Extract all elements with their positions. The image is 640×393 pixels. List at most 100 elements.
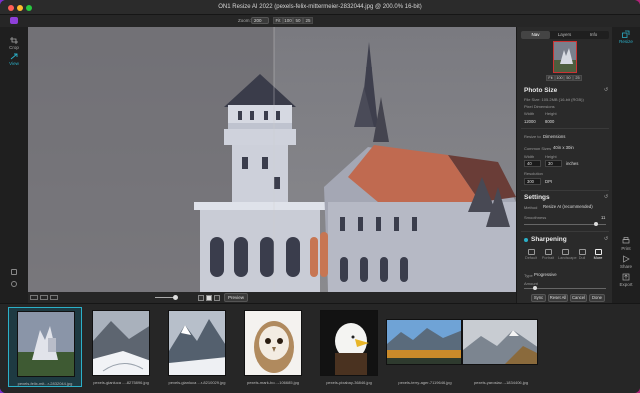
film-item[interactable]: pexels-yaroslav...-1834406.jpg	[462, 307, 538, 387]
film-item[interactable]: pexels-terry-ager-7119646.jpg	[386, 307, 462, 387]
zoom-select[interactable]: 200	[251, 17, 269, 24]
help-icon[interactable]	[11, 281, 17, 287]
mask-view-icon[interactable]	[198, 295, 204, 301]
preview-zoom-knob[interactable]	[173, 295, 178, 300]
preview-button[interactable]: Preview	[224, 293, 248, 302]
type-label: Type	[524, 273, 533, 278]
unit-select[interactable]: inches	[566, 160, 578, 167]
thumbnail	[168, 310, 226, 376]
film-caption: pexels-felix-mit...r-2832044.jpg	[17, 381, 73, 386]
preview-zoom-slider[interactable]	[155, 297, 175, 298]
sharpen-landscape-preset[interactable]: Landscape	[558, 249, 577, 260]
panel-tabs: Nav Layers Info	[521, 31, 609, 39]
split-view-icon[interactable]	[40, 295, 48, 300]
zoom-tool-icon[interactable]	[11, 269, 17, 275]
photo-size-title: Photo Size	[524, 87, 558, 94]
film-item[interactable]: pexels-gianluca ...-8275896.jpg	[84, 307, 158, 387]
sharpening-toggle[interactable]	[524, 238, 528, 242]
zoom-fit-button[interactable]: Fit	[273, 17, 283, 24]
compare-view-icon[interactable]	[50, 295, 58, 300]
done-button[interactable]: Done	[589, 294, 605, 302]
zoom-label: Zoom:	[238, 18, 251, 23]
smoothness-knob[interactable]	[594, 222, 598, 226]
top-toolbar: Zoom: 200 Fit 100 50 25	[0, 15, 640, 27]
smoothness-label: Smoothness	[524, 215, 547, 220]
pixel-dimensions-label: Pixel Dimensions	[524, 104, 555, 109]
nav-25-button[interactable]: 25	[573, 75, 582, 81]
width-input[interactable]: 40	[524, 160, 541, 167]
export-module[interactable]: Export	[614, 273, 638, 287]
film-item[interactable]: pexels-mark-bo...-106685.jpg	[236, 307, 310, 387]
crop-tool[interactable]: Crop	[4, 37, 24, 50]
tab-layers[interactable]: Layers	[550, 31, 579, 39]
navigator-thumbnail[interactable]	[553, 41, 577, 73]
thumbnail	[17, 311, 75, 377]
pixel-height-value: 8000	[545, 119, 555, 124]
canvas-footer: Preview	[28, 292, 516, 303]
crop-tool-label: Crop	[9, 45, 19, 50]
cancel-button[interactable]: Cancel	[570, 294, 587, 302]
thumbnail-image	[18, 312, 74, 376]
film-item[interactable]: pexels-felix-mit...r-2832044.jpg	[8, 307, 82, 387]
resize-module[interactable]: Resize	[614, 30, 638, 44]
original-view-icon[interactable]	[206, 295, 212, 301]
sharpen-dull-preset[interactable]: Dull	[575, 249, 589, 260]
height-input[interactable]: 30	[545, 160, 562, 167]
more-icon	[594, 249, 602, 255]
settings-reset-icon[interactable]: ↺	[604, 194, 608, 200]
print-module[interactable]: Print	[614, 237, 638, 251]
preset-label: More	[593, 256, 603, 260]
nav-50-button[interactable]: 50	[564, 75, 573, 81]
thumbnail	[320, 310, 378, 376]
nav-fit-button[interactable]: Fit	[546, 75, 555, 81]
reset-all-button[interactable]: Reset All	[548, 294, 568, 302]
sharpening-reset-icon[interactable]: ↺	[604, 236, 608, 242]
image-canvas[interactable]	[28, 27, 516, 292]
zoom-50-button[interactable]: 50	[293, 17, 303, 24]
preset-label: Landscape	[558, 256, 577, 260]
divider	[521, 128, 609, 129]
zoom-25-button[interactable]: 25	[303, 17, 313, 24]
sharpen-more-preset[interactable]: More	[591, 249, 605, 260]
tab-nav[interactable]: Nav	[521, 31, 550, 39]
single-view-icon[interactable]	[30, 295, 38, 300]
sync-button[interactable]: Sync	[531, 294, 546, 302]
export-label: Export	[619, 282, 633, 287]
sharpen-default-preset[interactable]: Default	[524, 249, 538, 260]
preset-label: Default	[524, 256, 538, 260]
zoom-100-button[interactable]: 100	[283, 17, 293, 24]
view-tool[interactable]: View	[4, 53, 24, 66]
title-bar: ON1 Resize AI 2022 (pexels-felix-mitterm…	[0, 0, 640, 15]
resolution-label: Resolution	[524, 171, 543, 176]
resolution-input[interactable]: 300	[524, 178, 541, 185]
thumbnail-image	[245, 311, 301, 375]
grid-view-icon[interactable]	[214, 295, 220, 301]
castle-photo	[28, 27, 516, 292]
preset-label: Portrait	[541, 256, 555, 260]
amount-knob[interactable]	[533, 286, 537, 290]
tab-info[interactable]: Info	[579, 31, 608, 39]
left-tool-bar: Crop View	[0, 17, 28, 303]
share-icon	[623, 255, 630, 263]
sharpen-portrait-preset[interactable]: Portrait	[541, 249, 555, 260]
resize-to-select[interactable]: Dimensions	[543, 133, 565, 140]
photo-size-reset-icon[interactable]: ↺	[604, 87, 608, 93]
method-select[interactable]: Resize AI (recommended)	[543, 203, 593, 210]
common-sizes-label: Common Sizes	[524, 146, 552, 151]
dull-icon	[578, 249, 586, 255]
resolution-unit-select[interactable]: DPI	[545, 178, 552, 185]
smoothness-value: 11	[601, 215, 606, 220]
film-item[interactable]: pexels-gianluca ...r-8210029.jpg	[160, 307, 234, 387]
film-caption: pexels-gianluca ...-8275896.jpg	[93, 380, 149, 385]
share-module[interactable]: Share	[614, 255, 638, 269]
common-sizes-select[interactable]: 40in x 30in	[553, 144, 574, 151]
film-item[interactable]: pexels-pixabay-36846.jpg	[312, 307, 386, 387]
view-icon	[10, 53, 18, 60]
nav-100-button[interactable]: 100	[555, 75, 564, 81]
thumbnail-image	[463, 320, 537, 364]
settings-title: Settings	[524, 194, 550, 201]
print-label: Print	[621, 246, 631, 251]
module-bar: Resize Print Share Export	[612, 27, 640, 303]
divider	[521, 231, 609, 232]
type-select[interactable]: Progressive	[534, 271, 557, 278]
